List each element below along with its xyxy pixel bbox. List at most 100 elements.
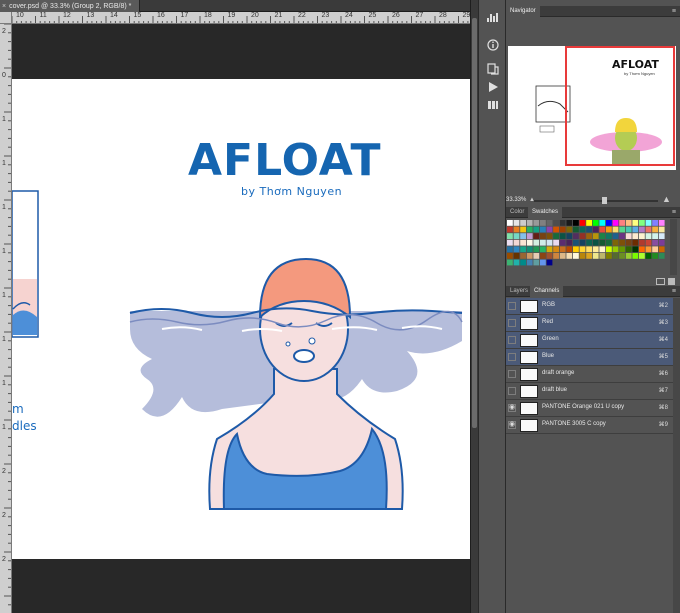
canvas-scrollbar[interactable]	[470, 0, 478, 613]
swatch[interactable]	[526, 220, 533, 226]
channel-row[interactable]: ◉ PANTONE Orange 021 U copy ⌘8	[506, 400, 680, 417]
artboard[interactable]: AFLOAT by Thơm Nguyen m dles	[12, 79, 470, 559]
swatch[interactable]	[619, 226, 625, 233]
swatch[interactable]	[507, 239, 513, 246]
document-tab[interactable]: × cover.psd @ 33.3% (Group 2, RGB/8) *	[0, 0, 140, 12]
swatch[interactable]	[540, 226, 546, 233]
swatch[interactable]	[513, 239, 520, 246]
brush-presets-icon[interactable]	[485, 98, 501, 112]
ruler-horizontal[interactable]: 10 11 12 13 14 15 16 17 18 19 20 21 22 23 24 25 26 27 28 29	[12, 12, 470, 24]
swatch[interactable]	[632, 239, 639, 246]
swatch[interactable]	[579, 220, 586, 226]
swatch[interactable]	[625, 226, 632, 233]
swatch[interactable]	[652, 239, 658, 246]
delete-swatch-icon[interactable]	[668, 278, 675, 285]
swatch[interactable]	[606, 253, 612, 259]
swatch[interactable]	[526, 233, 533, 239]
swatch[interactable]	[573, 226, 579, 233]
swatch[interactable]	[573, 246, 579, 253]
swatch[interactable]	[652, 220, 658, 226]
swatch[interactable]	[553, 239, 559, 246]
swatch[interactable]	[533, 259, 540, 266]
tab-layers[interactable]: Layers	[506, 286, 532, 297]
swatch[interactable]	[526, 239, 533, 246]
ruler-vertical[interactable]: 2 0 1 1 1 1 1 1 1 1 2 2 2	[0, 24, 12, 613]
tab-swatches[interactable]: Swatches	[528, 207, 563, 218]
swatch[interactable]	[639, 246, 645, 253]
swatch[interactable]	[592, 246, 599, 253]
swatch[interactable]	[566, 233, 573, 239]
swatch[interactable]	[586, 253, 592, 259]
swatch[interactable]	[526, 259, 533, 266]
swatch[interactable]	[599, 246, 606, 253]
swatch[interactable]	[520, 246, 526, 253]
swatch[interactable]	[507, 246, 513, 253]
swatch[interactable]	[546, 239, 553, 246]
swatch[interactable]	[619, 239, 625, 246]
swatch[interactable]	[632, 226, 639, 233]
channel-row[interactable]: Green ⌘4	[506, 332, 680, 349]
swatch[interactable]	[599, 239, 606, 246]
swatch[interactable]	[632, 253, 639, 259]
swatch[interactable]	[592, 239, 599, 246]
swatch[interactable]	[625, 239, 632, 246]
channels-scrollbar[interactable]	[673, 298, 680, 613]
swatch[interactable]	[619, 246, 625, 253]
swatch[interactable]	[540, 253, 546, 259]
channel-visibility-eye-icon[interactable]	[508, 319, 516, 327]
swatch[interactable]	[559, 220, 566, 226]
channel-visibility-eye-icon[interactable]	[508, 353, 516, 361]
swatch[interactable]	[540, 246, 546, 253]
swatch[interactable]	[599, 220, 606, 226]
navigator-view-box[interactable]	[565, 46, 675, 166]
swatch[interactable]	[526, 246, 533, 253]
zoom-in-icon[interactable]: ▲	[662, 194, 671, 204]
channel-visibility-eye-icon[interactable]: ◉	[508, 404, 516, 412]
swatch[interactable]	[553, 246, 559, 253]
channel-visibility-eye-icon[interactable]	[508, 387, 516, 395]
swatch[interactable]	[586, 220, 592, 226]
channel-row[interactable]: ◉ PANTONE 3005 C copy ⌘9	[506, 417, 680, 434]
swatch[interactable]	[507, 259, 513, 266]
swatch[interactable]	[579, 253, 586, 259]
swatch[interactable]	[526, 226, 533, 233]
swatch[interactable]	[553, 220, 559, 226]
swatch[interactable]	[546, 259, 553, 266]
swatch[interactable]	[533, 239, 540, 246]
swatch[interactable]	[573, 239, 579, 246]
swatch[interactable]	[652, 233, 658, 239]
swatch[interactable]	[652, 226, 658, 233]
swatch[interactable]	[520, 253, 526, 259]
swatches-scrollbar[interactable]	[670, 219, 677, 275]
swatch[interactable]	[612, 253, 619, 259]
channel-row[interactable]: draft blue ⌘7	[506, 383, 680, 400]
swatch[interactable]	[526, 253, 533, 259]
swatch[interactable]	[632, 233, 639, 239]
tab-channels[interactable]: Channels	[530, 286, 564, 297]
tab-navigator[interactable]: Navigator	[506, 6, 540, 17]
swatch[interactable]	[658, 233, 665, 239]
swatch[interactable]	[606, 233, 612, 239]
swatch[interactable]	[606, 226, 612, 233]
swatch[interactable]	[645, 226, 652, 233]
swatch[interactable]	[507, 253, 513, 259]
swatch[interactable]	[579, 239, 586, 246]
swatch[interactable]	[513, 253, 520, 259]
swatch[interactable]	[573, 253, 579, 259]
swatch[interactable]	[599, 253, 606, 259]
swatch[interactable]	[619, 220, 625, 226]
swatch[interactable]	[652, 246, 658, 253]
swatch[interactable]	[520, 259, 526, 266]
channel-visibility-eye-icon[interactable]	[508, 336, 516, 344]
swatch[interactable]	[639, 226, 645, 233]
swatch[interactable]	[546, 226, 553, 233]
swatch[interactable]	[520, 239, 526, 246]
swatch[interactable]	[586, 246, 592, 253]
swatch[interactable]	[645, 246, 652, 253]
swatch[interactable]	[645, 233, 652, 239]
panel-menu-icon[interactable]: ≡	[672, 6, 676, 17]
swatch[interactable]	[546, 253, 553, 259]
swatch[interactable]	[533, 226, 540, 233]
swatch[interactable]	[658, 246, 665, 253]
swatch[interactable]	[612, 233, 619, 239]
